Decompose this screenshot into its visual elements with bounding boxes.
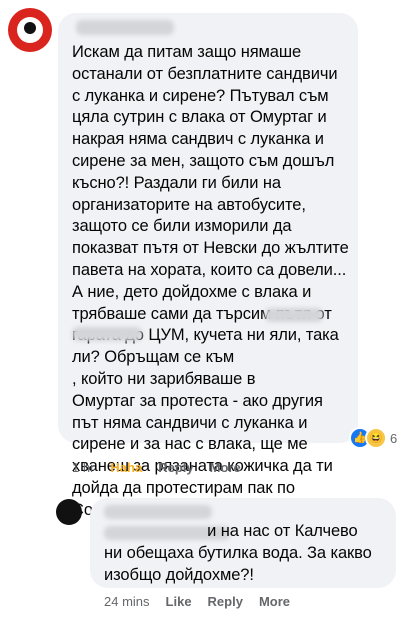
laughing-face-icon: 😆 (365, 427, 387, 449)
reply-avatar[interactable] (56, 499, 82, 525)
more-button[interactable]: More (210, 460, 241, 475)
like-button[interactable]: Like (166, 594, 192, 609)
redacted-mention (265, 308, 323, 322)
reply-button[interactable]: Reply (158, 460, 193, 475)
comment-actions: 1 hr Haha Reply More (72, 460, 241, 475)
comment-timestamp[interactable]: 1 hr (72, 460, 94, 475)
more-button[interactable]: More (259, 594, 290, 609)
reply-text: и на нас от Калчево ни обещаха бутилка в… (104, 522, 372, 584)
commenter-name-redacted[interactable] (76, 20, 174, 35)
commenter-avatar[interactable] (8, 8, 52, 52)
reply-author-name-redacted[interactable] (104, 505, 212, 519)
reaction-summary[interactable]: 👍 😆 6 (349, 427, 397, 449)
comment-text: Искам да питам защо нямаше останали от б… (72, 43, 349, 519)
reply-button[interactable]: Reply (208, 594, 243, 609)
haha-reaction-button[interactable]: Haha (110, 460, 142, 475)
redacted-mention-continued (72, 327, 142, 341)
reply-actions: 24 mins Like Reply More (104, 594, 290, 609)
reply-timestamp[interactable]: 24 mins (104, 594, 150, 609)
avatar-logo-mark (24, 22, 36, 34)
reaction-count: 6 (390, 430, 398, 446)
